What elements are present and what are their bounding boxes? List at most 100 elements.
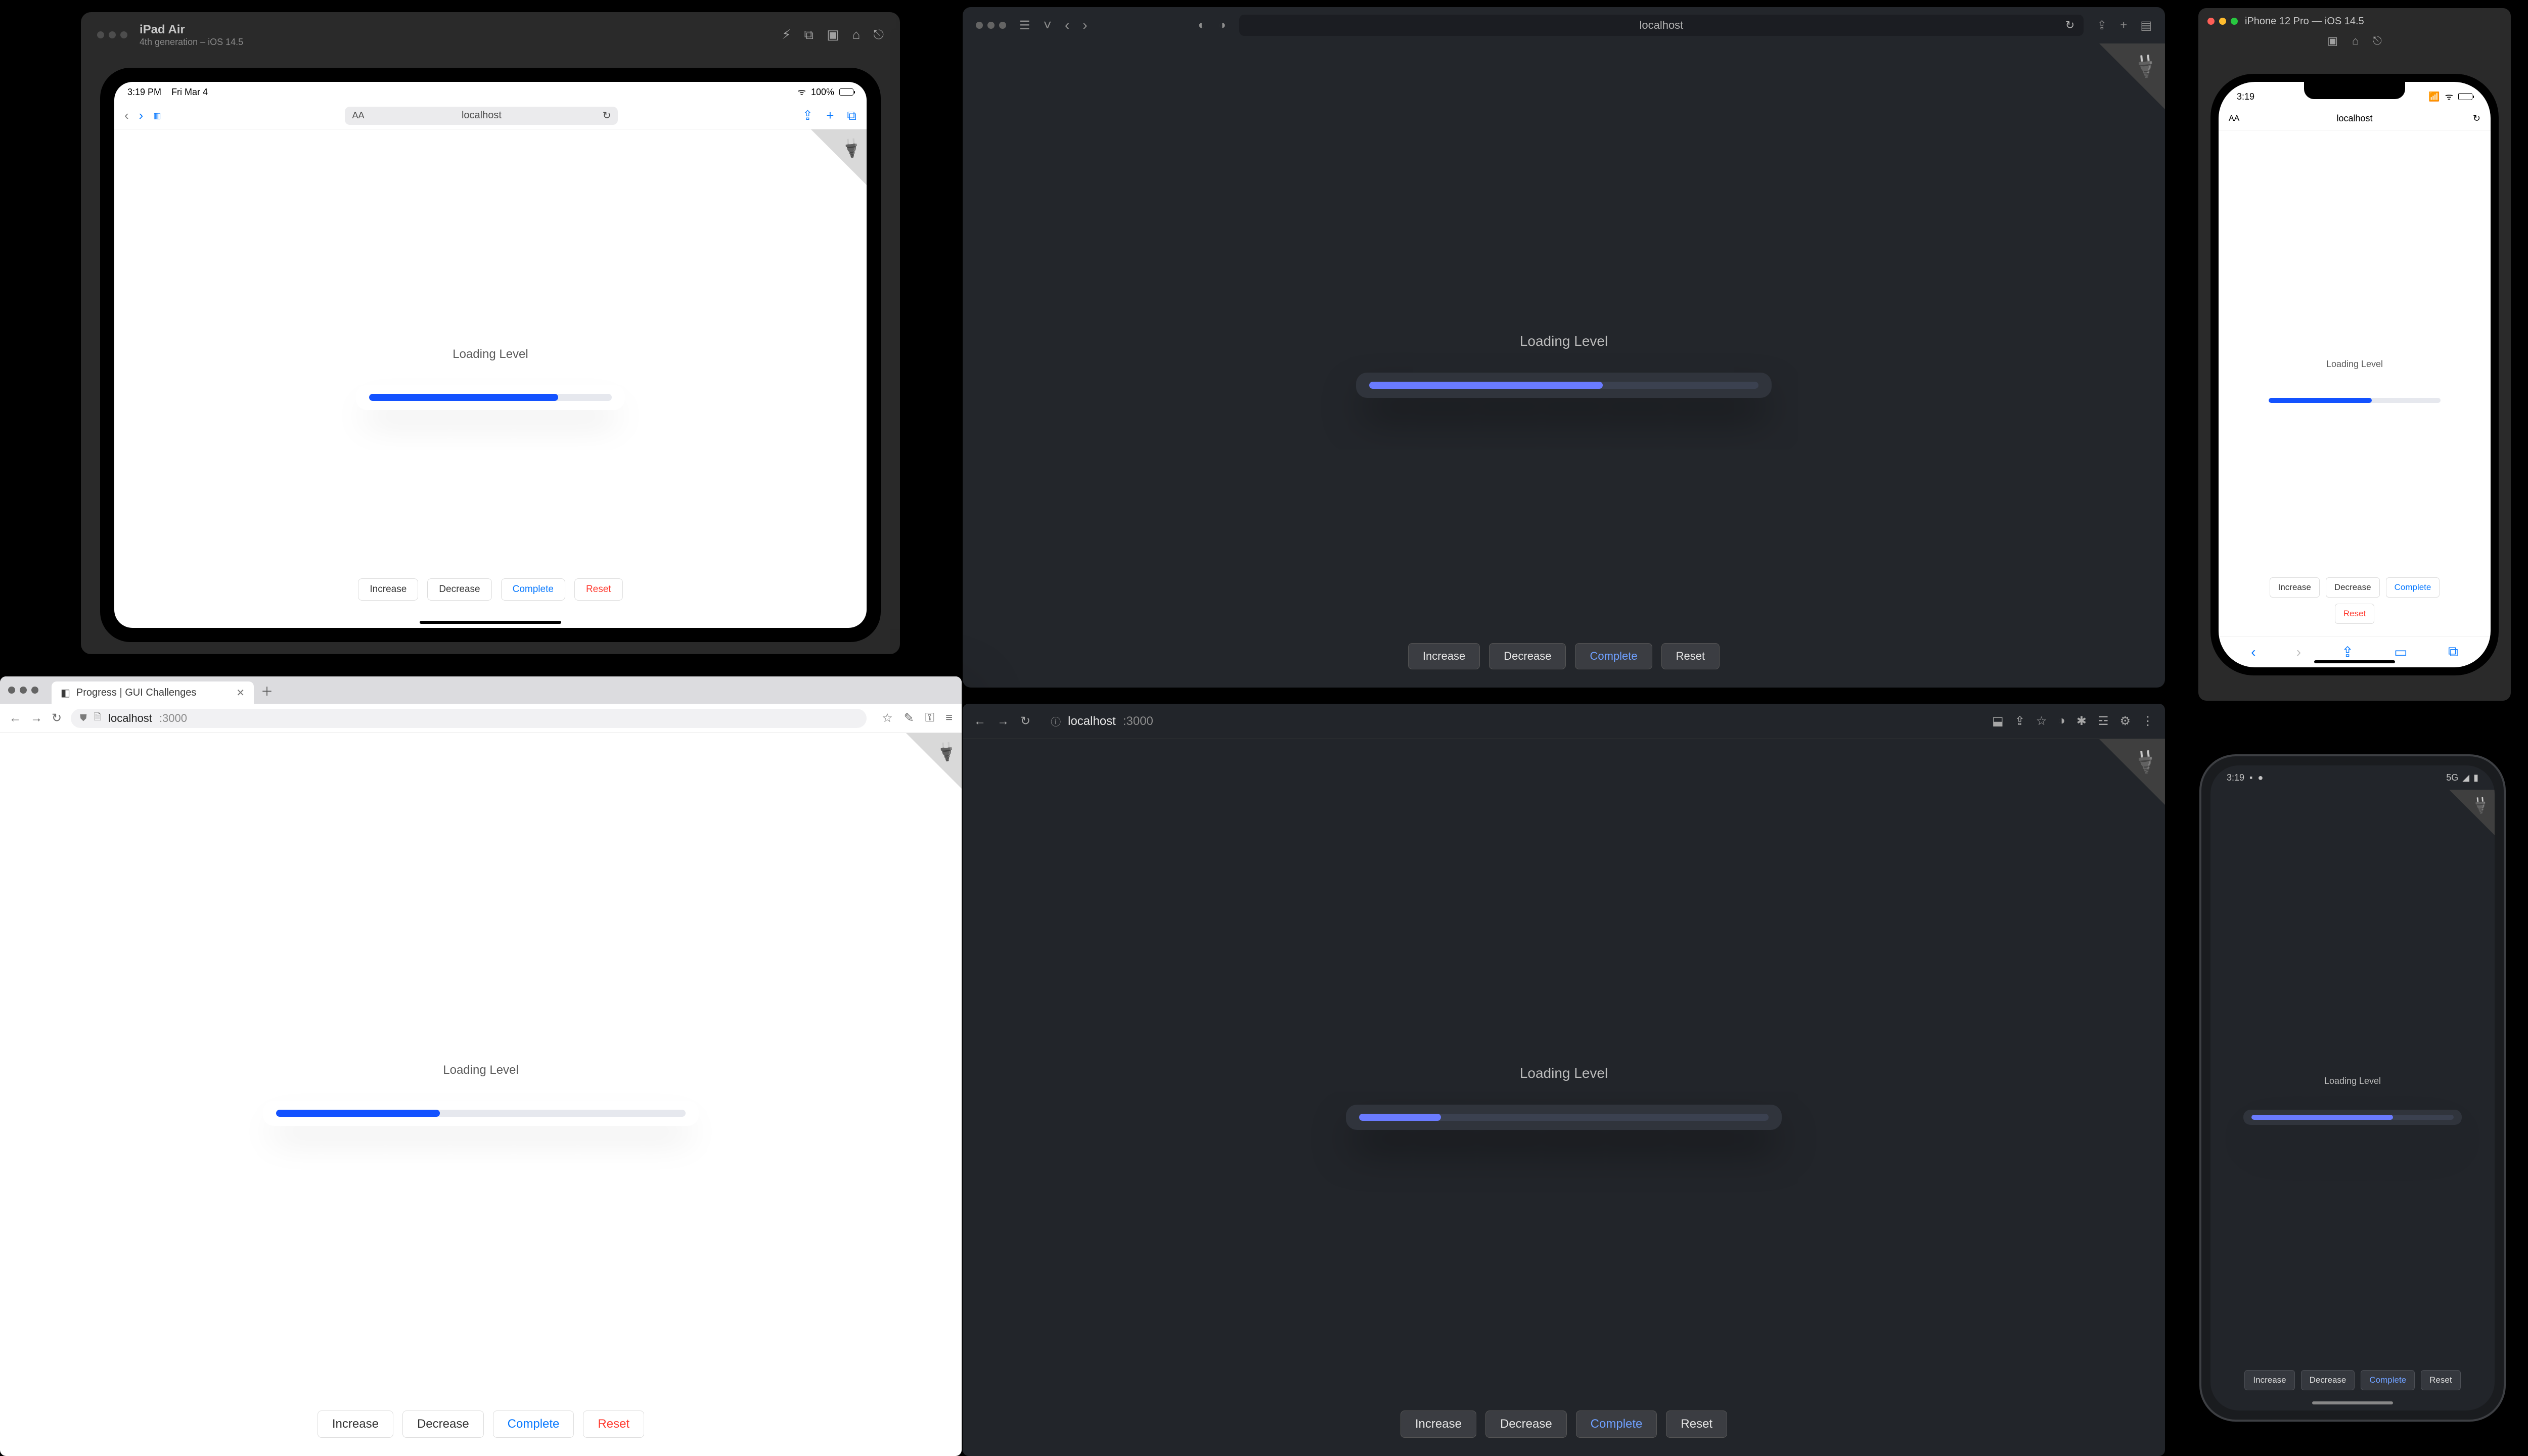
sidebar-icon[interactable]: ▥ [153,111,161,121]
extension-icon[interactable]: ✎ [904,711,914,725]
bookmark-star-icon[interactable]: ☆ [882,711,893,725]
zoom-window-button[interactable] [999,22,1006,29]
environment-icon[interactable]: ⚡︎ [782,27,791,43]
minimize-window-button[interactable] [109,31,116,38]
back-button[interactable]: ← [9,711,21,725]
security-icon[interactable]: ⛊ [80,713,87,723]
decrease-button[interactable]: Decrease [427,578,491,601]
decrease-button[interactable]: Decrease [402,1410,484,1438]
tabs-icon[interactable]: ⧉ [2448,644,2458,660]
forward-button[interactable]: → [30,711,42,725]
close-window-button[interactable] [2207,18,2215,25]
extensions-puzzle-icon[interactable]: ✱ [2076,714,2087,729]
reload-icon[interactable]: ↻ [52,711,62,725]
devtools-corner-flag[interactable]: 🔌 [811,129,867,185]
decrease-button[interactable]: Decrease [1489,643,1566,669]
new-tab-icon[interactable]: + [2120,18,2127,33]
increase-button[interactable]: Increase [1408,643,1480,669]
increase-button[interactable]: Increase [1401,1410,1476,1438]
home-indicator[interactable] [2314,660,2395,663]
back-button[interactable]: ‹ [2251,644,2255,660]
reload-icon[interactable]: ↻ [2065,19,2074,32]
back-button[interactable]: ← [974,714,986,729]
close-tab-icon[interactable]: ✕ [236,687,245,699]
address-bar[interactable]: AA localhost ↻ [345,107,618,125]
reset-button[interactable]: Reset [574,578,623,601]
back-button[interactable]: ‹ [124,108,129,123]
reload-icon[interactable]: ↻ [603,109,611,122]
minimize-window-button[interactable] [987,22,995,29]
extension-key-icon[interactable]: ⚿ [925,711,934,725]
decrease-button[interactable]: Decrease [1485,1410,1567,1438]
complete-button[interactable]: Complete [501,578,565,601]
reset-button[interactable]: Reset [1666,1410,1727,1438]
bookmark-star-icon[interactable]: ☆ [2036,714,2047,729]
rotate-icon[interactable]: ⎋ [2373,34,2381,55]
decrease-button[interactable]: Decrease [2301,1370,2355,1390]
increase-button[interactable]: Increase [358,578,418,601]
home-icon[interactable]: ⌂ [852,27,861,43]
address-bar[interactable]: ⛊ 🗎 localhost:3000 [71,709,867,728]
install-app-icon[interactable]: ⬓ [1992,714,2004,729]
rotate-icon[interactable]: ⎋ [873,27,884,43]
close-window-button[interactable] [97,31,104,38]
extension-icon-3[interactable]: ⚙︎ [2119,714,2131,729]
overflow-menu-icon[interactable]: ⋮ [2142,714,2154,729]
devtools-corner-flag[interactable]: 🔌 [2449,790,2495,835]
share-icon[interactable]: ⇪ [802,108,813,124]
shield-icon[interactable]: ◐ [1198,18,1206,32]
complete-button[interactable]: Complete [493,1410,574,1438]
complete-button[interactable]: Complete [1576,1410,1657,1438]
overflow-menu-icon[interactable]: ≡ [945,711,953,725]
reload-icon[interactable]: ↻ [1020,714,1030,729]
forward-button[interactable]: › [1082,17,1087,33]
bookmarks-icon[interactable]: ▭ [2394,644,2407,660]
extension-icon-1[interactable]: ◑ [2058,714,2065,729]
tab-overview-chevron-icon[interactable]: ˅ [1044,17,1052,33]
increase-button[interactable]: Increase [318,1410,393,1438]
reset-button[interactable]: Reset [583,1410,644,1438]
extension-icon-2[interactable]: ☲ [2098,714,2109,729]
tab-overview-icon[interactable]: ▤ [2140,18,2152,33]
site-info-icon[interactable]: 🗎 [94,711,101,726]
new-tab-icon[interactable]: + [826,108,834,124]
screenshot-icon[interactable]: ▣ [2327,34,2338,55]
close-window-button[interactable] [8,687,15,694]
appearance-icon[interactable]: ◑ [1218,18,1226,32]
complete-button[interactable]: Complete [1575,643,1652,669]
sidebar-toggle-icon[interactable]: ☰ [1019,18,1030,33]
home-indicator[interactable] [420,621,561,624]
minimize-window-button[interactable] [20,687,27,694]
complete-button[interactable]: Complete [2386,577,2440,598]
forward-button[interactable]: › [2296,644,2301,660]
forward-button[interactable]: → [997,714,1009,729]
devtools-corner-flag[interactable]: 🔌 [906,733,962,789]
share-icon[interactable]: ⇪ [2015,714,2025,729]
complete-button[interactable]: Complete [2361,1370,2415,1390]
screenshot-icon[interactable]: ⧉ [804,27,814,43]
reset-button[interactable]: Reset [1661,643,1720,669]
share-icon[interactable]: ⇪ [2097,18,2107,33]
zoom-window-button[interactable] [2231,18,2238,25]
home-icon[interactable]: ⌂ [2352,34,2359,55]
devtools-corner-flag[interactable]: 🔌 [2099,739,2165,805]
increase-button[interactable]: Increase [2270,577,2320,598]
address-bar[interactable]: localhost ↻ [1239,15,2084,36]
reset-button[interactable]: Reset [2421,1370,2460,1390]
minimize-window-button[interactable] [2219,18,2226,25]
close-window-button[interactable] [976,22,983,29]
reader-aa-icon[interactable]: AA [352,110,364,121]
home-indicator[interactable] [2312,1401,2393,1404]
increase-button[interactable]: Increase [2244,1370,2294,1390]
tabs-icon[interactable]: ⧉ [847,108,856,124]
back-button[interactable]: ‹ [1065,17,1069,33]
tab[interactable]: ◧ Progress | GUI Challenges ✕ [52,681,254,704]
address-bar[interactable]: ⓘ localhost:3000 [1042,711,1981,732]
site-info-icon[interactable]: ⓘ [1051,714,1061,729]
record-icon[interactable]: ▣ [827,27,839,43]
reload-icon[interactable]: ↻ [2473,113,2480,124]
reset-button[interactable]: Reset [2335,604,2374,624]
share-icon[interactable]: ⇪ [2341,644,2353,660]
zoom-window-button[interactable] [31,687,38,694]
devtools-corner-flag[interactable]: 🔌 [2099,43,2165,109]
